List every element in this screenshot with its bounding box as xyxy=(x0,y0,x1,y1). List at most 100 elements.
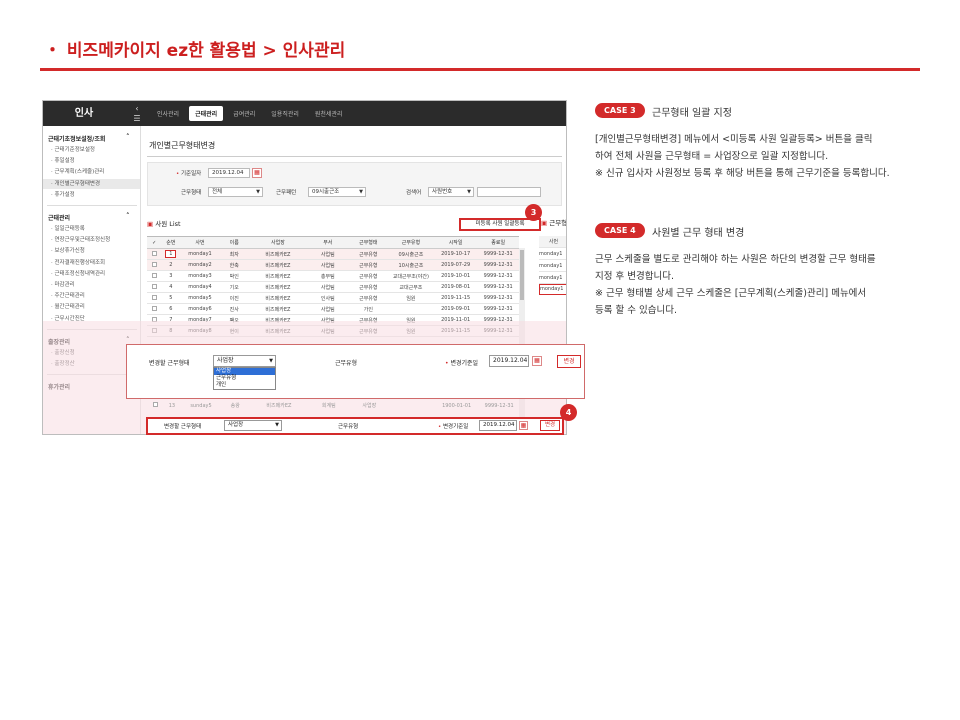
hamburger-icon[interactable]: ‹ ☰ xyxy=(125,101,149,126)
table-cell: 9999-12-31 xyxy=(477,248,519,260)
chevron-down-icon: ▼ xyxy=(275,422,279,428)
table-row[interactable]: 1 monday1 최자 비즈메카EZ 사업팀 근무유형 09시출근조 2019-10-17 9… xyxy=(147,248,519,260)
table-header-cell[interactable]: 근무형태 xyxy=(348,236,389,249)
bottom-change-type-select[interactable]: 사업장 ▼ xyxy=(224,420,282,431)
right-table-cell[interactable]: monday1 xyxy=(539,272,566,284)
table-cell: 비즈메카EZ xyxy=(248,281,308,293)
sidebar-item[interactable]: · 근무계획(스케줄)관리 xyxy=(51,167,104,175)
table-header-cell[interactable]: 시작일 xyxy=(433,236,478,249)
table-cell: 1 xyxy=(161,248,181,260)
search-field-select[interactable]: 사원번호 ▼ xyxy=(428,187,474,197)
bottom-change-button[interactable]: 변경 xyxy=(540,420,560,431)
chevron-up-icon[interactable]: ˄ xyxy=(126,212,130,220)
overlay-row-cell: 9999-12-31 xyxy=(484,402,514,409)
row-checkbox[interactable] xyxy=(151,294,157,300)
sidebar-item[interactable]: · 근태기준정보설정 xyxy=(51,145,95,153)
sidebar-section-title[interactable]: 근태관리 ˄ xyxy=(48,212,130,222)
table-row[interactable]: 6 monday6 진사 비즈메카EZ 사업팀 가인 2019-09-01 9999-12-3… xyxy=(147,303,519,315)
calendar-icon[interactable]: ▦ xyxy=(252,168,262,178)
sidebar-item[interactable]: · 전자결재진행상태조회 xyxy=(51,258,105,266)
table-row[interactable]: 4 monday4 기오 비즈메카EZ 사업팀 근무유형 교대근무조 2019-08-01 99… xyxy=(147,281,519,293)
search-input[interactable] xyxy=(477,187,541,197)
zoom-change-type-select[interactable]: 사업장 ▼ xyxy=(213,355,276,367)
sidebar-item[interactable]: · 근태조정신청내역관리 xyxy=(51,269,105,277)
sidebar-section-title[interactable]: 근태기초정보설정/조회 ˄ xyxy=(48,133,130,143)
row-checkbox[interactable] xyxy=(152,402,158,407)
table-row[interactable]: 3 monday3 박인 비즈메카EZ 총무팀 근무유형 교대근무조(야간) 2019-10-… xyxy=(147,270,519,282)
zoom-change-button[interactable]: 변경 xyxy=(557,355,581,368)
case3-title: 근무형태 일괄 지정 xyxy=(652,108,732,119)
right-table-cell[interactable]: monday1 xyxy=(539,260,566,272)
sidebar-item[interactable]: · 휴가설정 xyxy=(51,190,75,198)
dropdown-option[interactable]: 사업장 xyxy=(214,368,275,375)
table-header-cell[interactable]: 이름 xyxy=(219,236,249,249)
row-checkbox[interactable] xyxy=(151,283,157,289)
table-header-cell[interactable]: 사번 xyxy=(180,236,220,249)
dropdown-option[interactable]: 근무유형 xyxy=(214,375,275,382)
table-row[interactable]: 5 monday5 이진 비즈메카EZ 인사팀 근무유형 임원 2019-11-15 9999-… xyxy=(147,292,519,304)
sidebar-item[interactable]: · 휴일설정 xyxy=(51,156,75,164)
calendar-icon[interactable]: ▦ xyxy=(532,356,542,366)
top-nav-item[interactable]: 일용직관리 xyxy=(265,106,305,121)
bottom-change-date-input[interactable]: 2019.12.04 xyxy=(479,420,517,431)
top-nav-item[interactable]: 근태관리 xyxy=(189,106,224,121)
sidebar-item[interactable]: · 일일근태등록 xyxy=(51,224,85,232)
chevron-up-icon[interactable]: ˄ xyxy=(126,133,130,141)
top-nav-item[interactable]: 인사관리 xyxy=(151,106,185,121)
selected-row-number: 1 xyxy=(165,250,177,258)
top-nav-item[interactable]: 원천세관리 xyxy=(309,106,349,121)
main-title: 개인별근무형태변경 xyxy=(149,141,216,150)
row-checkbox-cell[interactable] xyxy=(147,259,162,271)
sidebar-item[interactable]: · 개인별근무형태변경 xyxy=(43,178,140,189)
table-cell: 사업팀 xyxy=(307,248,349,260)
table-header-cell[interactable]: 사업장 xyxy=(248,236,308,249)
sidebar-item[interactable]: · 보상휴가신청 xyxy=(51,246,85,254)
table-scroll-thumb[interactable] xyxy=(520,250,524,300)
page-title: ・ 비즈메카이지 ez한 활용법 > 인사관리 xyxy=(44,41,346,61)
row-checkbox[interactable] xyxy=(151,250,157,256)
row-checkbox[interactable] xyxy=(151,261,157,267)
row-checkbox-cell[interactable] xyxy=(147,303,162,315)
row-checkbox-cell[interactable] xyxy=(147,281,162,293)
row-checkbox-cell[interactable] xyxy=(147,270,162,282)
table-header-cell[interactable]: 종료일 xyxy=(477,236,519,249)
dropdown-option[interactable]: 개인 xyxy=(214,382,275,389)
sidebar-item[interactable]: · 연장근무및근태조정신청 xyxy=(51,235,110,243)
sidebar-item[interactable]: · 주간근태관리 xyxy=(51,291,85,299)
brand-title: 인사 xyxy=(74,108,94,119)
table-header-cell[interactable]: 근무유형 xyxy=(388,236,434,249)
row-checkbox-cell[interactable] xyxy=(147,292,162,304)
row-checkbox-cell[interactable] xyxy=(147,248,162,260)
bottom-work-kind-label: 근무유형 xyxy=(338,424,359,430)
base-date-input[interactable]: 2019.12.04 xyxy=(208,168,250,178)
sidebar-item[interactable]: · 월간근태관리 xyxy=(51,302,85,310)
table-cell: 09시출근조 xyxy=(388,248,434,260)
table-header-cell[interactable]: 부서 xyxy=(307,236,349,249)
top-nav-item[interactable]: 급여관리 xyxy=(227,106,261,121)
table-cell: 비즈메카EZ xyxy=(248,270,308,282)
table-cell: 사업팀 xyxy=(307,259,349,271)
table-cell: monday6 xyxy=(180,303,220,315)
table-cell: 2019-07-29 xyxy=(433,259,478,271)
right-panel-table: 사번 monday1 monday1 monday1 monday1 xyxy=(539,236,566,295)
table-cell: monday4 xyxy=(180,281,220,293)
overlay-row-cell: 1900-01-01 xyxy=(442,402,472,409)
work-type-select[interactable]: 전체 ▼ xyxy=(208,187,263,197)
zoom-change-date-input[interactable]: 2019.12.04 xyxy=(489,355,529,367)
base-date-label: • 기준일자 xyxy=(176,171,202,177)
right-table-header: 사번 xyxy=(539,236,566,248)
row-checkbox[interactable] xyxy=(151,305,157,311)
description-line: 하여 전체 사원을 근무형태 = 사업장으로 일괄 지정합니다. xyxy=(595,151,829,162)
sidebar-item[interactable]: · 마감관리 xyxy=(51,280,75,288)
table-row[interactable]: 2 monday2 한축 비즈메카EZ 사업팀 근무유형 10시출근조 2019-07-29 9… xyxy=(147,259,519,271)
right-table-cell[interactable]: monday1 xyxy=(539,248,566,260)
calendar-icon[interactable]: ▦ xyxy=(519,421,528,430)
row-checkbox[interactable] xyxy=(151,272,157,278)
right-table-cell[interactable]: monday1 xyxy=(539,284,566,295)
table-header-cell[interactable]: 순번 xyxy=(161,236,181,249)
table-header-cell[interactable]: ✓ xyxy=(147,236,162,249)
work-type-label: 근무형태 xyxy=(181,190,202,196)
table-cell: 비즈메카EZ xyxy=(248,259,308,271)
work-pattern-select[interactable]: 09시출근조 ▼ xyxy=(308,187,366,197)
table-cell: 한축 xyxy=(219,259,249,271)
